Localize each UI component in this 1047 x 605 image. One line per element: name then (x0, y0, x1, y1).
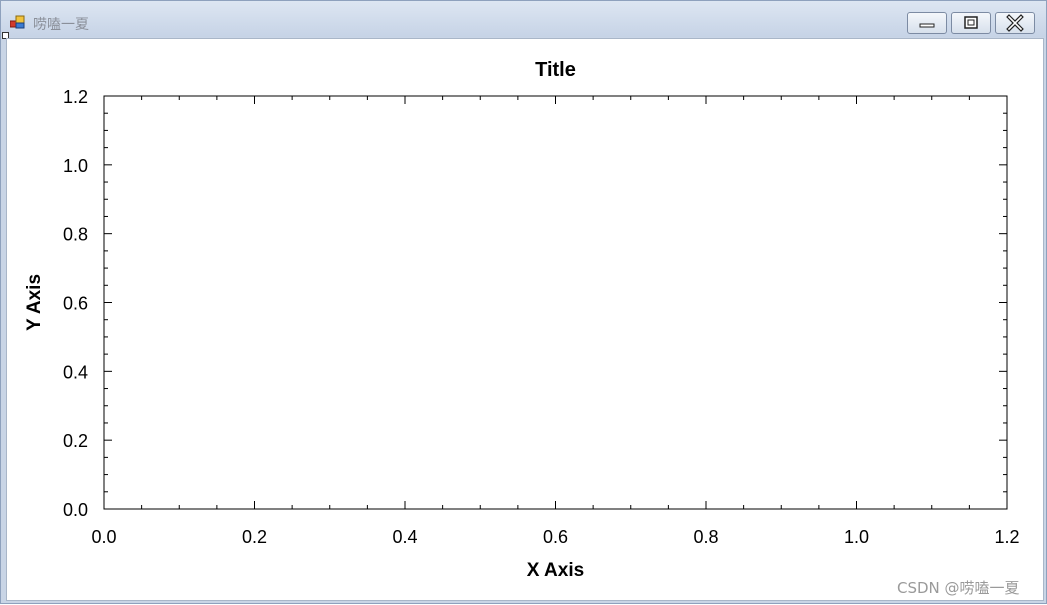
watermark: CSDN @唠嗑一夏 (897, 579, 1020, 597)
x-tick-label: 0.4 (392, 527, 417, 547)
chart-panel: Title X Axis Y Axis 0.0 0.2 0.4 0.6 0.8 1.0 1.2 0.… (6, 38, 1044, 601)
x-tick-label: 1.0 (844, 527, 869, 547)
close-button[interactable] (995, 12, 1035, 34)
x-axis-label: X Axis (527, 560, 584, 581)
chart-title: Title (535, 59, 576, 81)
window-title: 唠嗑一夏 (33, 17, 89, 33)
x-tick-label: 0.8 (693, 527, 718, 547)
y-axis-label: Y Axis (24, 274, 45, 331)
x-tick-label: 1.2 (994, 527, 1019, 547)
plot-area (103, 95, 1008, 510)
y-tick-label: 0.4 (63, 362, 88, 382)
minimize-icon (919, 23, 935, 28)
y-tick-label: 0.6 (63, 294, 88, 314)
app-icon[interactable] (9, 14, 26, 30)
x-tick-label: 0.0 (91, 527, 116, 547)
title-bar[interactable]: 唠嗑一夏 (1, 1, 1046, 37)
chart: Title X Axis Y Axis 0.0 0.2 0.4 0.6 0.8 1.0 1.2 0.… (24, 59, 1020, 581)
y-tick-label: 1.0 (63, 156, 88, 176)
app-window: 唠嗑一夏 Title X Axis Y Axis 0.0 0.2 0.4 0.6 0.8 1.0… (0, 0, 1047, 604)
maximize-icon (964, 16, 978, 29)
minimize-button[interactable] (907, 12, 947, 34)
y-tick-label: 0.0 (63, 500, 88, 520)
y-tick-label: 0.8 (63, 225, 88, 245)
x-tick-label: 0.6 (543, 527, 568, 547)
y-tick-label: 0.2 (63, 431, 88, 451)
maximize-button[interactable] (951, 12, 991, 34)
x-tick-label: 0.2 (242, 527, 267, 547)
close-icon (1006, 14, 1024, 32)
y-tick-label: 1.2 (63, 87, 88, 107)
